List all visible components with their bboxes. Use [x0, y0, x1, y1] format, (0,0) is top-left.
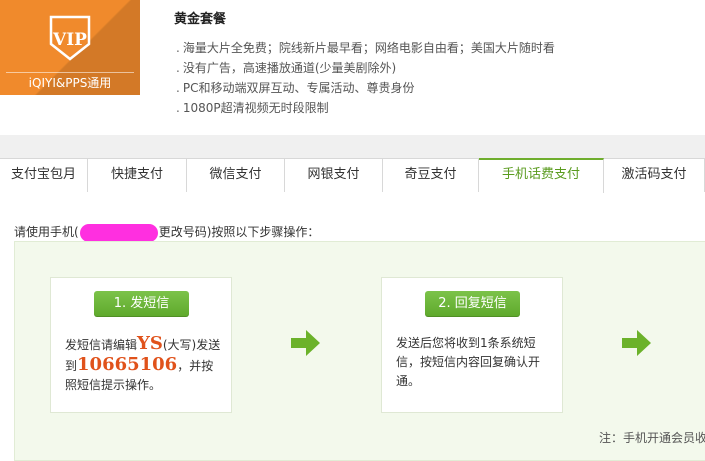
feature-item: 没有广告，高速播放通道(少量美剧除外) [176, 58, 555, 78]
payment-tabs: 支付宝包月 快捷支付 微信支付 网银支付 奇豆支付 手机话费支付 激活码支付 [0, 158, 705, 193]
tab-activation-code-pay[interactable]: 激活码支付 [604, 158, 705, 192]
step-1-text: 发短信请编辑YS(大写)发送到10665106，并按照短信提示操作。 [65, 334, 221, 395]
instruction-line: 请使用手机( 更改号码)按照以下步骤操作： [14, 223, 319, 242]
step-2-text: 发送后您将收到1条系统短信，按短信内容回复确认开通。 [396, 336, 541, 388]
section-divider [0, 135, 705, 158]
tab-alipay-monthly[interactable]: 支付宝包月 [0, 158, 88, 192]
tab-qidou-pay[interactable]: 奇豆支付 [383, 158, 479, 192]
vip-caption: iQIYI&PPS通用 [6, 72, 134, 92]
tab-wechat-pay[interactable]: 微信支付 [187, 158, 285, 192]
feature-item: 海量大片全免费；院线新片最早看；网络电影自由看；美国大片随时看 [176, 38, 555, 58]
step-card-2: 2. 回复短信 发送后您将收到1条系统短信，按短信内容回复确认开通。 [381, 277, 563, 413]
instruction-prefix: 请使用手机( [14, 225, 79, 239]
vip-badge-text: VIP [53, 30, 87, 50]
change-number-link[interactable]: 更改号码)按照以下步骤操作： [159, 225, 320, 239]
vip-banner: VIP iQIYI&PPS通用 [0, 0, 140, 95]
package-title: 黄金套餐 [174, 12, 227, 27]
tab-bank-pay[interactable]: 网银支付 [285, 158, 383, 192]
sms-code: YS [137, 333, 163, 354]
step-1-text-a: 发短信请编辑 [65, 338, 138, 352]
steps-panel: 1. 发短信 发短信请编辑YS(大写)发送到10665106，并按照短信提示操作… [14, 241, 705, 461]
step-card-1: 1. 发短信 发短信请编辑YS(大写)发送到10665106，并按照短信提示操作… [50, 277, 232, 413]
footnote: 注：手机开通会员收 [599, 431, 705, 445]
redacted-phone-mask [79, 223, 158, 242]
sms-number: 10665106 [77, 354, 178, 375]
tab-quick-pay[interactable]: 快捷支付 [88, 158, 187, 192]
tab-mobile-bill-pay[interactable]: 手机话费支付 [479, 158, 604, 193]
feature-item: 1080P超清视频无时段限制 [176, 98, 555, 118]
step-1-button[interactable]: 1. 发短信 [94, 291, 189, 317]
arrow-right-icon [291, 330, 320, 356]
arrow-right-icon [622, 330, 651, 356]
step-2-button[interactable]: 2. 回复短信 [425, 291, 520, 317]
feature-item: PC和移动端双屏互动、专属活动、尊贵身份 [176, 78, 555, 98]
package-features: 海量大片全免费；院线新片最早看；网络电影自由看；美国大片随时看 没有广告，高速播… [176, 38, 555, 118]
vip-badge-icon: VIP [48, 14, 92, 62]
